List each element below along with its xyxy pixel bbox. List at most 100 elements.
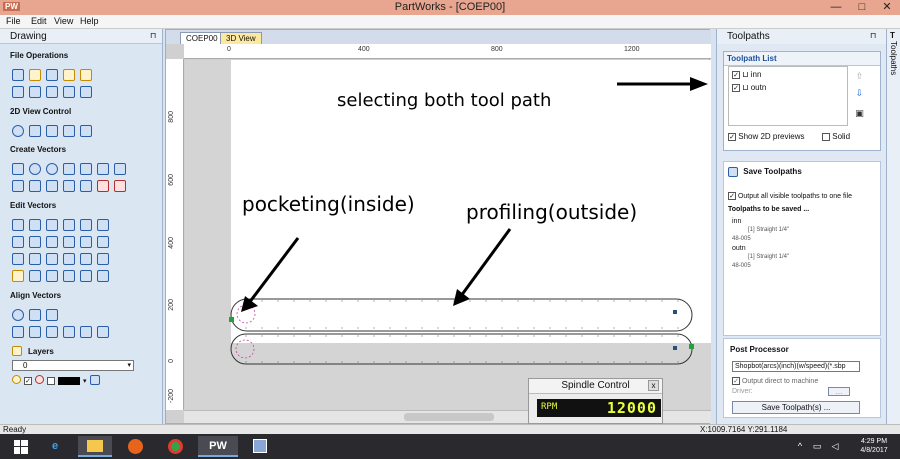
- chamfer-icon[interactable]: [29, 270, 41, 282]
- solid-checkbox[interactable]: [822, 132, 830, 141]
- distribute-v-icon[interactable]: [97, 326, 109, 338]
- save-toolpaths-button[interactable]: Save Toolpath(s) ...: [732, 401, 860, 414]
- browse-driver-button[interactable]: ...: [828, 387, 850, 396]
- align-vertical-icon[interactable]: [46, 309, 58, 321]
- drawing-canvas[interactable]: pocketing(inside) profiling(outside) sel…: [185, 60, 711, 410]
- output-direct-option[interactable]: ✓ Output direct to machine: [732, 377, 818, 385]
- smooth-icon[interactable]: [80, 253, 92, 265]
- slot-profile-outline[interactable]: [230, 298, 693, 332]
- folder-icon[interactable]: [80, 69, 92, 81]
- star-icon[interactable]: [114, 163, 126, 175]
- layer-color-swatch[interactable]: [58, 376, 80, 385]
- intersect-icon[interactable]: [80, 236, 92, 248]
- mirror-icon[interactable]: [97, 219, 109, 231]
- pan-icon[interactable]: [12, 125, 24, 137]
- output-direct-checkbox[interactable]: ✓: [732, 377, 740, 385]
- tab-3d-view[interactable]: 3D View: [220, 32, 262, 44]
- trim-icon[interactable]: [29, 253, 41, 265]
- pin-icon[interactable]: ⊓: [150, 31, 156, 40]
- layer-select[interactable]: 0 ▾: [12, 360, 134, 371]
- show-previews-checkbox[interactable]: ✓: [728, 132, 736, 141]
- toolpath-checkbox[interactable]: ✓: [732, 70, 740, 79]
- group-icon[interactable]: [12, 236, 24, 248]
- align-center-icon[interactable]: [12, 309, 24, 321]
- select-icon[interactable]: [12, 219, 24, 231]
- scrollbar-thumb[interactable]: [404, 413, 494, 421]
- array-icon[interactable]: [80, 180, 92, 192]
- cut-icon[interactable]: [12, 86, 24, 98]
- chevron-down-icon[interactable]: ▾: [83, 378, 87, 385]
- start-node-marker[interactable]: [229, 317, 234, 322]
- system-clock[interactable]: 4:29 PM 4/8/2017: [850, 437, 898, 455]
- delete-icon[interactable]: ▣: [854, 107, 865, 120]
- weld-icon[interactable]: [46, 236, 58, 248]
- maximize-button[interactable]: □: [851, 0, 873, 15]
- join-icon[interactable]: [97, 236, 109, 248]
- app-taskbar-icon[interactable]: [243, 436, 277, 457]
- move-up-icon[interactable]: ⇧: [854, 70, 865, 83]
- copy-icon[interactable]: [29, 86, 41, 98]
- undo-icon[interactable]: [63, 86, 75, 98]
- close-button[interactable]: ✕: [876, 0, 898, 15]
- text-icon[interactable]: [12, 180, 24, 192]
- scale-icon[interactable]: [63, 219, 75, 231]
- chevron-up-icon[interactable]: ^: [793, 436, 807, 457]
- volume-icon[interactable]: ◁: [828, 436, 842, 457]
- zoom-material-icon[interactable]: [63, 125, 75, 137]
- align-top-icon[interactable]: [46, 326, 58, 338]
- end-node-marker[interactable]: [689, 344, 694, 349]
- network-icon[interactable]: ▭: [810, 436, 824, 457]
- layer-visible-checkbox[interactable]: ✓: [24, 376, 32, 385]
- output-all-option[interactable]: ✓ Output all visible toolpaths to one fi…: [728, 192, 852, 200]
- transform-icon[interactable]: [46, 219, 58, 231]
- ungroup-icon[interactable]: [29, 236, 41, 248]
- toolpath-checkbox[interactable]: ✓: [732, 83, 740, 92]
- polyline-icon[interactable]: [63, 163, 75, 175]
- import-icon[interactable]: [63, 69, 75, 81]
- subtract-icon[interactable]: [63, 236, 75, 248]
- fillet-vector-icon[interactable]: [12, 270, 24, 282]
- pin-icon[interactable]: ⊓: [870, 31, 876, 40]
- align-horizontal-icon[interactable]: [29, 309, 41, 321]
- lock-icon[interactable]: [35, 375, 44, 384]
- close-vector-icon[interactable]: [97, 253, 109, 265]
- post-processor-select[interactable]: Shopbot(arcs)(inch)(w/speed)(*.sbp: [732, 361, 860, 372]
- zoom-box-icon[interactable]: [29, 125, 41, 137]
- trace-icon[interactable]: [114, 180, 126, 192]
- tbone-icon[interactable]: [63, 270, 75, 282]
- layer-lock-checkbox[interactable]: [47, 376, 55, 385]
- toolpaths-side-tab[interactable]: T Toolpaths: [886, 29, 900, 424]
- text-on-curve-icon[interactable]: [29, 180, 41, 192]
- rectangle-icon[interactable]: [12, 163, 24, 175]
- layer-manager-icon[interactable]: [89, 375, 100, 385]
- tab-2d-view[interactable]: COEP00: [180, 32, 224, 44]
- distribute-h-icon[interactable]: [80, 326, 92, 338]
- curve-icon[interactable]: [80, 163, 92, 175]
- dimension-icon[interactable]: [46, 180, 58, 192]
- partworks-taskbar-button[interactable]: PW: [198, 436, 238, 457]
- paste-icon[interactable]: [46, 86, 58, 98]
- bulb-icon[interactable]: [12, 375, 21, 384]
- spindle-close-button[interactable]: x: [648, 380, 659, 391]
- toolpath-item-outn[interactable]: ✓ ⊔ outn: [732, 83, 766, 92]
- slot-pocket-outline[interactable]: [230, 333, 693, 365]
- menu-view[interactable]: View: [54, 16, 73, 26]
- chrome-icon[interactable]: [158, 436, 192, 457]
- vector-shape-icon[interactable]: [97, 270, 109, 282]
- output-all-checkbox[interactable]: ✓: [728, 192, 736, 200]
- rotate-icon[interactable]: [80, 219, 92, 231]
- view-3d-icon[interactable]: [80, 125, 92, 137]
- firefox-icon[interactable]: [118, 436, 152, 457]
- redo-icon[interactable]: [80, 86, 92, 98]
- zoom-extents-icon[interactable]: [46, 125, 58, 137]
- file-explorer-icon[interactable]: [78, 436, 112, 457]
- menu-help[interactable]: Help: [80, 16, 99, 26]
- circle-icon[interactable]: [46, 163, 58, 175]
- arc-icon[interactable]: [63, 180, 75, 192]
- menu-edit[interactable]: Edit: [31, 16, 47, 26]
- solid-option[interactable]: Solid: [822, 132, 850, 141]
- dogbone-icon[interactable]: [46, 270, 58, 282]
- open-file-icon[interactable]: [29, 69, 41, 81]
- extend-icon[interactable]: [46, 253, 58, 265]
- inlay-icon[interactable]: [80, 270, 92, 282]
